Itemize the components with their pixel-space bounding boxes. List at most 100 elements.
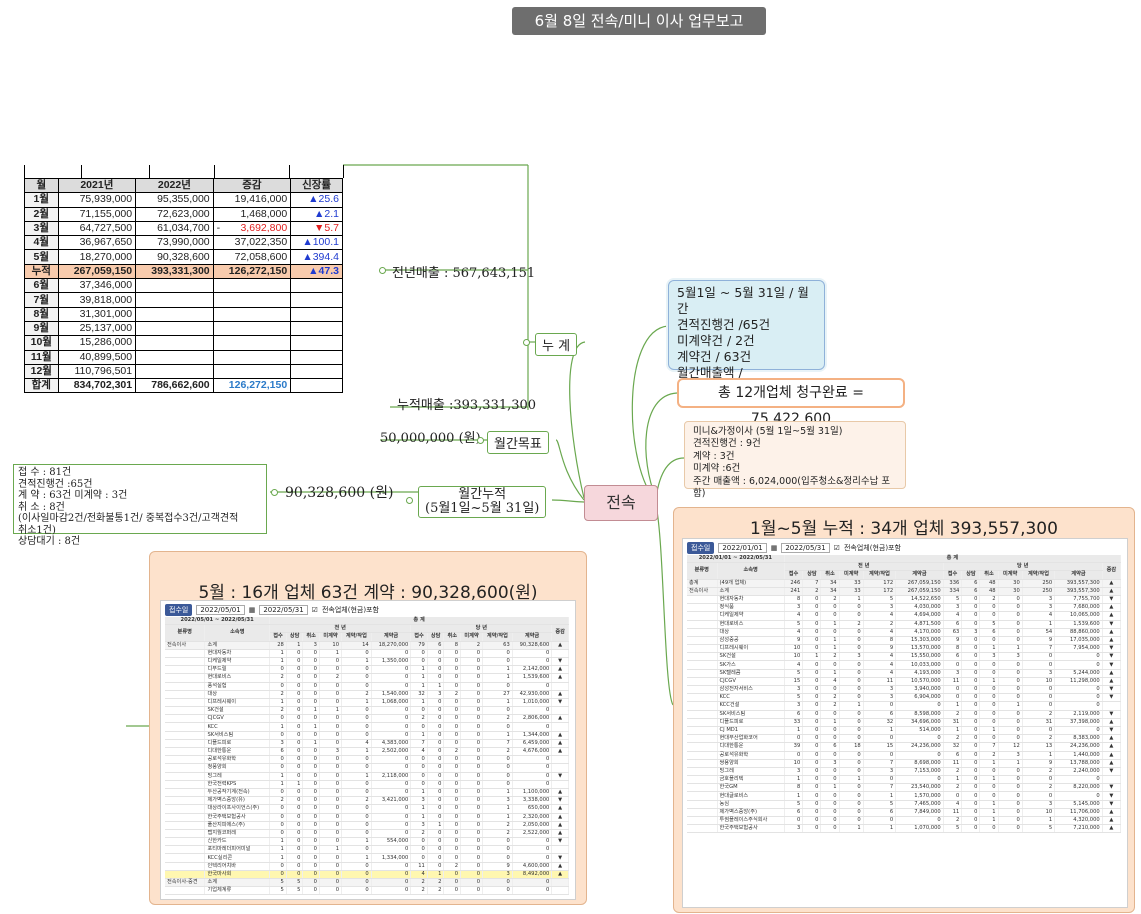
table-row[interactable]: 포티마레더피어미널 1 0 0 1 0 0 0 0 0 0 0 0 xyxy=(165,845,569,855)
category-cell xyxy=(165,837,206,847)
table-row[interactable]: 인텍리어치바 0 0 0 0 0 0 11 0 2 0 9 4,600,000 ▲ xyxy=(165,862,569,871)
table-row[interactable]: 제가벽스중앙(주) 6 0 0 0 6 7,849,000 11 0 1 0 10 11,706,000… xyxy=(687,808,1122,818)
table-row[interactable]: 디프레시웨이 1 0 0 0 1 1,068,000 1 0 0 0 1 1,010,000 ▼ xyxy=(165,698,569,708)
table-row[interactable]: 랩지월코퍼레 0 0 0 0 0 0 2 0 0 0 2 2,522,000 ▲ xyxy=(165,829,569,839)
table-row[interactable]: 전속이사 소계 28 1 3 10 14 18,270,000 79 6 8 2 63 90,328,60… xyxy=(165,641,569,650)
value-cell: 0 xyxy=(319,788,343,798)
value-cell: 10 xyxy=(784,644,804,654)
table-row[interactable]: 두산공작기계(전속) 0 0 0 0 0 0 1 0 0 0 1 1,100,000 ▲ xyxy=(165,788,569,798)
checkbox-icon[interactable]: ☑ xyxy=(312,606,318,614)
table-row[interactable]: 현대로비스 5 0 1 2 2 4,871,500 6 0 5 0 1 1,539,600 ▼ xyxy=(687,620,1122,629)
category-cell: 전속이사 xyxy=(165,641,206,650)
table-row[interactable]: 현대로비스 2 0 0 2 0 0 1 0 0 0 1 1,539,600 ▲ xyxy=(165,673,569,683)
table-row[interactable]: 전속이사 소계 241 2 34 33 172 267,059,150 334 6 48 30 250 3… xyxy=(687,587,1122,596)
monthly-goal-node[interactable]: 월간목표 xyxy=(487,431,549,454)
table-row[interactable]: CJCGV 15 0 4 0 11 10,570,000 11 0 1 0 10 11,298,000 ▲ xyxy=(687,677,1122,687)
box-line: 주간 매출액 : 6,024,000(입주청소&정리수납 포함) xyxy=(693,475,891,500)
date-to-field[interactable]: 2022/05/31 xyxy=(781,543,830,553)
table-row[interactable]: SK텔레콤 5 0 1 0 4 4,193,000 3 0 0 0 3 5,244,000 ▲ xyxy=(687,669,1122,678)
table-row[interactable]: 현대글로비스 1 0 0 0 1 1,570,000 0 0 0 0 0 0 ▼ xyxy=(687,791,1122,801)
table-row[interactable]: SK건설 10 1 2 3 4 15,550,000 6 0 3 3 0 0 ▼ xyxy=(687,652,1122,662)
table-row[interactable]: KCC 1 0 1 0 0 0 0 0 0 0 0 0 xyxy=(165,722,569,732)
table-row[interactable]: 전속이사-중견 소계 5 5 0 0 0 0 2 2 0 0 0 0 xyxy=(165,878,569,888)
table-row[interactable]: 디대한통운 6 0 0 3 1 2,502,000 4 0 2 0 2 4,676,000 ▲ xyxy=(165,747,569,757)
value-cell: 5 xyxy=(286,886,304,896)
value-cell: 0 xyxy=(427,722,445,732)
table-row[interactable]: 디푸드릴 0 0 0 0 0 0 1 0 0 0 1 2,142,000 ▲ xyxy=(165,665,569,675)
value-cell: 15,303,000 xyxy=(895,636,944,646)
table-row[interactable]: 한국GM 8 0 1 0 7 23,540,000 2 0 0 0 2 8,220,000 ▼ xyxy=(687,783,1122,793)
category-cell xyxy=(687,660,718,670)
value-cell: 4 xyxy=(943,611,963,621)
table-row[interactable]: 디플드피로 3 0 1 0 4 4,383,000 7 0 0 0 7 6,459,000 ▲ xyxy=(165,739,569,749)
calendar-icon[interactable]: ▦ xyxy=(249,606,256,614)
table-row[interactable]: 디플드피로 33 0 1 0 32 34,696,000 31 0 0 0 31 37,398,000 ▲ xyxy=(687,718,1122,727)
table-row[interactable]: 삼성전자서비스 3 0 0 0 3 3,940,000 0 0 0 0 0 0 ▼ xyxy=(687,685,1122,695)
table-row[interactable]: 빙그레 1 0 0 0 1 2,118,000 0 0 0 0 0 0 ▼ xyxy=(165,772,569,781)
central-topic[interactable]: 전속 xyxy=(584,485,658,521)
value-cell: 0 xyxy=(802,660,822,670)
table-row[interactable]: SK서비스팀 0 0 0 0 0 0 1 0 0 0 1 1,344,000 ▲ xyxy=(165,731,569,740)
column-header: 신장률 xyxy=(290,177,343,194)
table-row[interactable]: 빙그레 3 0 0 0 3 7,153,000 2 0 0 0 2 2,240,000 ▼ xyxy=(687,767,1122,777)
value-cell: 1 xyxy=(1022,816,1056,826)
value-cell: 5 xyxy=(863,800,897,809)
table-row[interactable]: 디케일제약 4 0 0 0 4 4,694,000 4 0 0 0 4 10,065,000 ▲ xyxy=(687,611,1122,621)
table-row[interactable]: 공로석유화학 0 0 0 0 0 0 0 0 0 0 0 0 xyxy=(165,755,569,765)
table-row[interactable]: SK가스 4 0 0 0 4 10,033,000 0 0 0 0 0 0 ▼ xyxy=(687,660,1122,670)
table-row[interactable]: 청풍양회 0 0 0 0 0 0 0 0 0 0 0 0 xyxy=(165,763,569,773)
date-type-chip[interactable]: 접수일 xyxy=(687,542,715,554)
table-row[interactable]: 기업체계류 5 5 0 0 0 0 2 2 0 0 0 0 xyxy=(165,886,569,896)
date-from-field[interactable]: 2022/01/01 xyxy=(718,543,767,553)
table-row[interactable]: CJ MD1 1 0 0 0 1 514,000 1 0 1 0 0 0 ▼ xyxy=(687,726,1122,736)
table-row[interactable]: 금호플리텍 1 0 0 1 0 0 1 0 1 0 0 0 xyxy=(687,775,1122,785)
table-row[interactable]: 정식품 3 0 0 0 3 4,030,000 3 0 0 0 3 7,680,000 ▲ xyxy=(687,603,1122,613)
table-row[interactable]: 디대한통운 39 0 6 18 15 24,236,000 32 0 7 12 13 24,236,00… xyxy=(687,742,1122,752)
value-cell: 0 xyxy=(427,796,445,806)
table-row[interactable]: 대상 2 0 0 0 2 1,540,000 32 3 2 0 27 42,930,000 ▲ xyxy=(165,690,569,699)
value-cell: 4,600,000 xyxy=(512,862,553,871)
table-row[interactable]: 투썸플레이스주식회사 0 0 0 0 0 0 2 0 1 0 1 4,320,000 ▲ xyxy=(687,816,1122,826)
table-row[interactable]: KCC 5 0 2 0 3 6,904,000 0 0 0 0 0 0 ▼ xyxy=(687,693,1122,703)
table-row[interactable]: 한국주택보험공사 0 0 0 0 0 0 1 0 0 0 1 2,320,000 ▲ xyxy=(165,813,569,822)
table-row[interactable]: KCC건설 3 0 2 1 0 0 1 0 0 1 0 0 xyxy=(687,701,1122,711)
date-to-field[interactable]: 2022/05/31 xyxy=(259,605,308,615)
table-row[interactable]: 풀산지피에스(주) 0 0 0 0 0 0 3 1 0 0 2 2,050,000 ▲ xyxy=(165,821,569,830)
table-row[interactable]: 농심 5 0 0 0 5 7,465,000 4 0 1 0 3 5,145,000 ▼ xyxy=(687,800,1122,809)
table-row[interactable]: 한국전력KPS 1 1 0 0 0 0 0 0 0 0 0 0 xyxy=(165,780,569,789)
company-cell: 인텍리어치바 xyxy=(204,862,271,871)
monthly-cum-node[interactable]: 월간누적 (5월1일~5월 31일) xyxy=(418,486,547,518)
value-cell: 0 xyxy=(820,660,840,670)
table-row[interactable]: 디프레시웨이 10 0 1 0 9 13,570,000 8 0 1 1 7 7,954,000 ▼ xyxy=(687,644,1122,654)
table-row[interactable]: SK서비스팀 6 0 0 0 6 8,598,000 2 0 0 0 2 2,119,000 ▼ xyxy=(687,710,1122,719)
category-cell xyxy=(687,783,718,793)
table-row[interactable]: 대상 4 0 0 0 4 4,170,000 63 3 6 0 54 88,860,000 ▲ xyxy=(687,628,1122,637)
table-row[interactable]: 풍석실험 0 0 0 0 0 0 1 1 0 0 0 0 xyxy=(165,682,569,691)
table-row[interactable]: 현대무산업화코어 0 0 0 0 0 0 2 0 0 0 2 8,383,000 ▲ xyxy=(687,734,1122,744)
table-row[interactable]: 현대자동차 8 0 2 1 5 14,522,650 5 0 2 0 3 7,755,700 ▼ xyxy=(687,595,1122,605)
table-row[interactable]: 신한카드 1 0 0 0 1 554,000 0 0 0 0 0 0 ▼ xyxy=(165,837,569,847)
category-cell xyxy=(687,800,718,809)
table-row[interactable]: 제가벽스중앙(유) 2 0 0 0 2 3,421,000 3 0 0 0 3 3,338,000 ▼ xyxy=(165,796,569,806)
date-from-field[interactable]: 2022/05/01 xyxy=(196,605,245,615)
table-row[interactable]: 대상라이프사이언스(주) 0 0 0 0 0 0 1 0 0 0 1 650,000 ▲ xyxy=(165,804,569,814)
table-row[interactable]: 쌍용양회 10 0 3 0 7 8,698,000 11 0 1 1 9 13,788,000 ▲ xyxy=(687,759,1122,768)
table-row[interactable]: 한국마사회 0 0 0 0 0 0 4 1 0 0 3 8,492,000 ▲ xyxy=(165,870,569,880)
table-row[interactable]: 한국주택보험공사 3 0 0 1 1 1,070,000 5 0 0 0 5 7,210,000 ▲ xyxy=(687,824,1122,834)
table-row[interactable]: SK건설 2 0 1 1 0 0 0 0 0 0 0 0 xyxy=(165,706,569,716)
date-type-chip[interactable]: 접수일 xyxy=(165,604,193,616)
table-row[interactable]: 삼성중공 9 0 1 0 8 15,303,000 9 0 0 0 9 17,035,000 ▲ xyxy=(687,636,1122,646)
value-cell: 0 xyxy=(302,813,320,822)
value-cell: 1,539,600 xyxy=(512,673,553,683)
cumulative-node[interactable]: 누 계 xyxy=(535,333,578,356)
table-row[interactable]: 공로석유화학 0 0 0 0 0 0 6 0 2 3 1 1,440,000 ▲ xyxy=(687,751,1122,760)
value-cell: 33 xyxy=(839,587,864,596)
checkbox-icon[interactable]: ☑ xyxy=(834,544,840,552)
value-cell: 2 xyxy=(1022,710,1056,719)
table-row[interactable]: KCC실리콘 1 0 0 0 1 1,334,000 0 0 0 0 0 0 ▼ xyxy=(165,853,569,863)
table-row[interactable]: 디케일제약 1 0 0 0 1 1,350,000 0 0 0 0 0 0 ▼ xyxy=(165,657,569,667)
table-row[interactable]: CJCGV 0 0 0 0 0 0 2 0 0 0 2 2,806,000 ▲ xyxy=(165,714,569,724)
calendar-icon[interactable]: ▦ xyxy=(771,544,778,552)
table-row[interactable]: 현대자동차 1 0 0 1 0 0 0 0 0 0 0 0 xyxy=(165,649,569,658)
table-row[interactable]: 총계 (49개 업체) 246 7 34 33 172 267,059,150 336 6 48 30… xyxy=(687,579,1122,588)
